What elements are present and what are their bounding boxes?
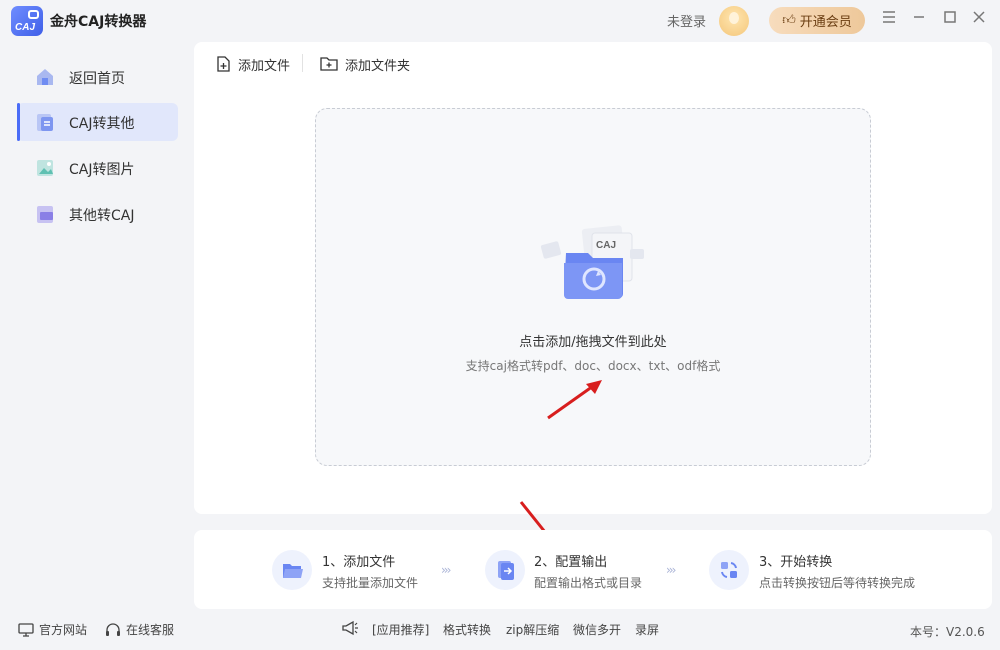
app-title: 金舟CAJ转换器 — [50, 14, 147, 30]
promo-label: [应用推荐] — [372, 623, 430, 637]
vip-button[interactable]: 👍︎ 开通会员 — [769, 7, 865, 34]
thumbs-up-icon: 👍︎ — [782, 13, 796, 28]
dropzone-main-text: 点击添加/拖拽文件到此处 — [519, 335, 667, 350]
footer-link-format[interactable]: 格式转换 — [443, 621, 491, 638]
step-2-desc: 配置输出格式或目录 — [534, 576, 643, 590]
support-link[interactable]: 在线客服 — [105, 621, 174, 638]
headset-icon — [106, 622, 120, 636]
footer-link-record[interactable]: 录屏 — [635, 621, 659, 638]
sidebar-item-caj-to-other[interactable]: CAJ转其他 — [17, 103, 178, 141]
caj-convert-icon — [37, 114, 53, 131]
vip-button-label: 开通会员 — [799, 15, 852, 30]
to-caj-icon — [37, 206, 53, 223]
add-file-icon — [217, 56, 230, 72]
sidebar-item-caj-to-image[interactable]: CAJ转图片 — [17, 149, 178, 187]
toolbar-divider — [302, 54, 303, 72]
steps-panel: 1、添加文件 支持批量添加文件 ››› 2、配置输出 配置输出格式或目录 ›››… — [194, 530, 992, 609]
support-label: 在线客服 — [126, 623, 175, 637]
minimize-icon[interactable] — [910, 10, 928, 28]
convert-icon — [709, 550, 749, 590]
add-folder-label: 添加文件夹 — [345, 58, 411, 74]
megaphone-icon — [342, 620, 358, 636]
close-icon[interactable] — [970, 10, 988, 28]
add-folder-button[interactable]: 添加文件夹 — [319, 54, 410, 74]
home-icon — [37, 69, 53, 85]
login-status[interactable]: 未登录 — [667, 11, 706, 30]
footer-link-zip[interactable]: zip解压缩 — [506, 621, 559, 638]
add-folder-icon — [320, 57, 338, 71]
step-1-title: 1、添加文件 — [322, 555, 396, 570]
illustration-caj-text: CAJ — [596, 240, 616, 251]
sidebar-item-label: CAJ转其他 — [69, 116, 135, 132]
step-3-desc: 点击转换按钮后等待转换完成 — [759, 576, 916, 590]
sidebar-item-other-to-caj[interactable]: 其他转CAJ — [17, 195, 178, 233]
version-text: 本号：V2.0.6 — [910, 625, 985, 639]
website-link[interactable]: 官方网站 — [18, 621, 87, 638]
file-dropzone[interactable]: CAJ 点击添加/拖拽文件到此处 支持caj格式转pdf、doc、docx、tx… — [315, 108, 871, 466]
folder-illustration-icon: CAJ — [540, 225, 644, 299]
add-file-label: 添加文件 — [238, 58, 291, 74]
menu-icon[interactable] — [880, 10, 898, 28]
title-bar: CAJ 金舟CAJ转换器 未登录 👍︎ 开通会员 — [0, 0, 1000, 40]
app-logo: CAJ — [11, 6, 43, 36]
avatar[interactable] — [719, 6, 749, 36]
website-label: 官方网站 — [39, 623, 88, 637]
step-arrow-icon: ››› — [441, 563, 452, 577]
maximize-icon[interactable] — [941, 10, 959, 28]
sidebar-item-label: CAJ转图片 — [69, 162, 135, 178]
add-file-button[interactable]: 添加文件 — [214, 54, 290, 74]
app-logo-text: CAJ — [15, 22, 36, 33]
step-arrow-icon: ››› — [666, 563, 677, 577]
dropzone-sub-text: 支持caj格式转pdf、doc、docx、txt、odf格式 — [465, 359, 721, 373]
step-1-desc: 支持批量添加文件 — [322, 576, 419, 590]
sidebar-item-label: 其他转CAJ — [69, 208, 135, 224]
sidebar-item-label: 返回首页 — [69, 71, 125, 87]
sidebar-item-home[interactable]: 返回首页 — [17, 58, 178, 96]
step-2-title: 2、配置输出 — [534, 555, 608, 570]
step-3-title: 3、开始转换 — [759, 555, 833, 570]
folder-open-icon — [272, 550, 312, 590]
monitor-icon — [18, 622, 34, 637]
main-panel: 添加文件 添加文件夹 CAJ 点击添加/拖拽文件到此处 支持caj格式转pdf、… — [194, 42, 992, 514]
output-config-icon — [485, 550, 525, 590]
footer-link-wechat[interactable]: 微信多开 — [573, 621, 621, 638]
image-icon — [37, 160, 53, 176]
